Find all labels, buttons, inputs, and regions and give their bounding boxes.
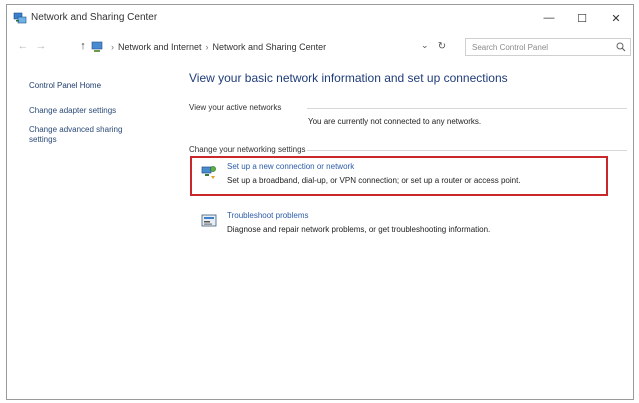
sidebar-item-change-advanced-sharing[interactable]: Change advanced sharing settings	[29, 125, 149, 145]
breadcrumb-network-sharing-center[interactable]: Network and Sharing Center	[213, 42, 327, 52]
network-center-icon	[13, 12, 27, 24]
title-bar: Network and Sharing Center — ☐ ✕	[7, 5, 633, 31]
window: Network and Sharing Center — ☐ ✕ ← → ↑ ›…	[6, 4, 634, 400]
troubleshoot-icon	[201, 214, 217, 227]
minimize-icon: —	[543, 12, 555, 24]
no-network-message: You are currently not connected to any n…	[308, 117, 482, 126]
breadcrumb[interactable]: › Network and Internet › Network and Sha…	[91, 37, 459, 57]
task-troubleshoot[interactable]: Troubleshoot problems Diagnose and repai…	[201, 211, 621, 251]
breadcrumb-separator: ›	[205, 42, 209, 52]
forward-button[interactable]: →	[33, 38, 49, 54]
address-bar: ← → ↑ › Network and Internet › Network a…	[7, 35, 633, 59]
forward-arrow-icon: →	[35, 40, 47, 52]
maximize-button[interactable]: ☐	[567, 5, 597, 31]
minimize-button[interactable]: —	[534, 5, 564, 31]
back-button[interactable]: ←	[15, 38, 31, 54]
address-dropdown-icon[interactable]: ⌄	[421, 40, 429, 51]
sidebar-item-control-panel-home[interactable]: Control Panel Home	[29, 81, 101, 91]
new-connection-icon	[201, 166, 216, 179]
active-networks-label: View your active networks	[189, 103, 282, 112]
divider	[307, 108, 627, 109]
search-icon	[616, 42, 626, 52]
refresh-button[interactable]: ↻	[435, 38, 449, 54]
breadcrumb-network-internet[interactable]: Network and Internet	[118, 42, 202, 52]
search-placeholder: Search Control Panel	[472, 42, 549, 52]
page-title: View your basic network information and …	[189, 71, 508, 85]
up-button[interactable]: ↑	[75, 38, 91, 54]
maximize-icon: ☐	[577, 12, 587, 25]
sidebar-item-change-adapter-settings[interactable]: Change adapter settings	[29, 106, 116, 116]
set-up-connection-description: Set up a broadband, dial-up, or VPN conn…	[227, 176, 521, 185]
close-icon: ✕	[611, 12, 621, 25]
divider	[307, 150, 627, 151]
breadcrumb-separator: ›	[111, 42, 114, 52]
control-panel-icon	[91, 41, 103, 52]
window-title: Network and Sharing Center	[31, 12, 158, 23]
troubleshoot-link[interactable]: Troubleshoot problems	[227, 211, 309, 220]
refresh-icon: ↻	[437, 40, 447, 52]
back-arrow-icon: ←	[17, 40, 29, 52]
sidebar: Control Panel Home Change adapter settin…	[7, 61, 183, 399]
search-input[interactable]: Search Control Panel	[465, 38, 631, 56]
main-content: View your basic network information and …	[183, 61, 631, 399]
set-up-connection-link[interactable]: Set up a new connection or network	[227, 162, 354, 171]
troubleshoot-description: Diagnose and repair network problems, or…	[227, 225, 491, 234]
close-button[interactable]: ✕	[601, 5, 631, 31]
task-new-connection[interactable]: Set up a new connection or network Set u…	[201, 162, 621, 202]
change-settings-label: Change your networking settings	[189, 145, 306, 154]
up-arrow-icon: ↑	[80, 40, 86, 52]
